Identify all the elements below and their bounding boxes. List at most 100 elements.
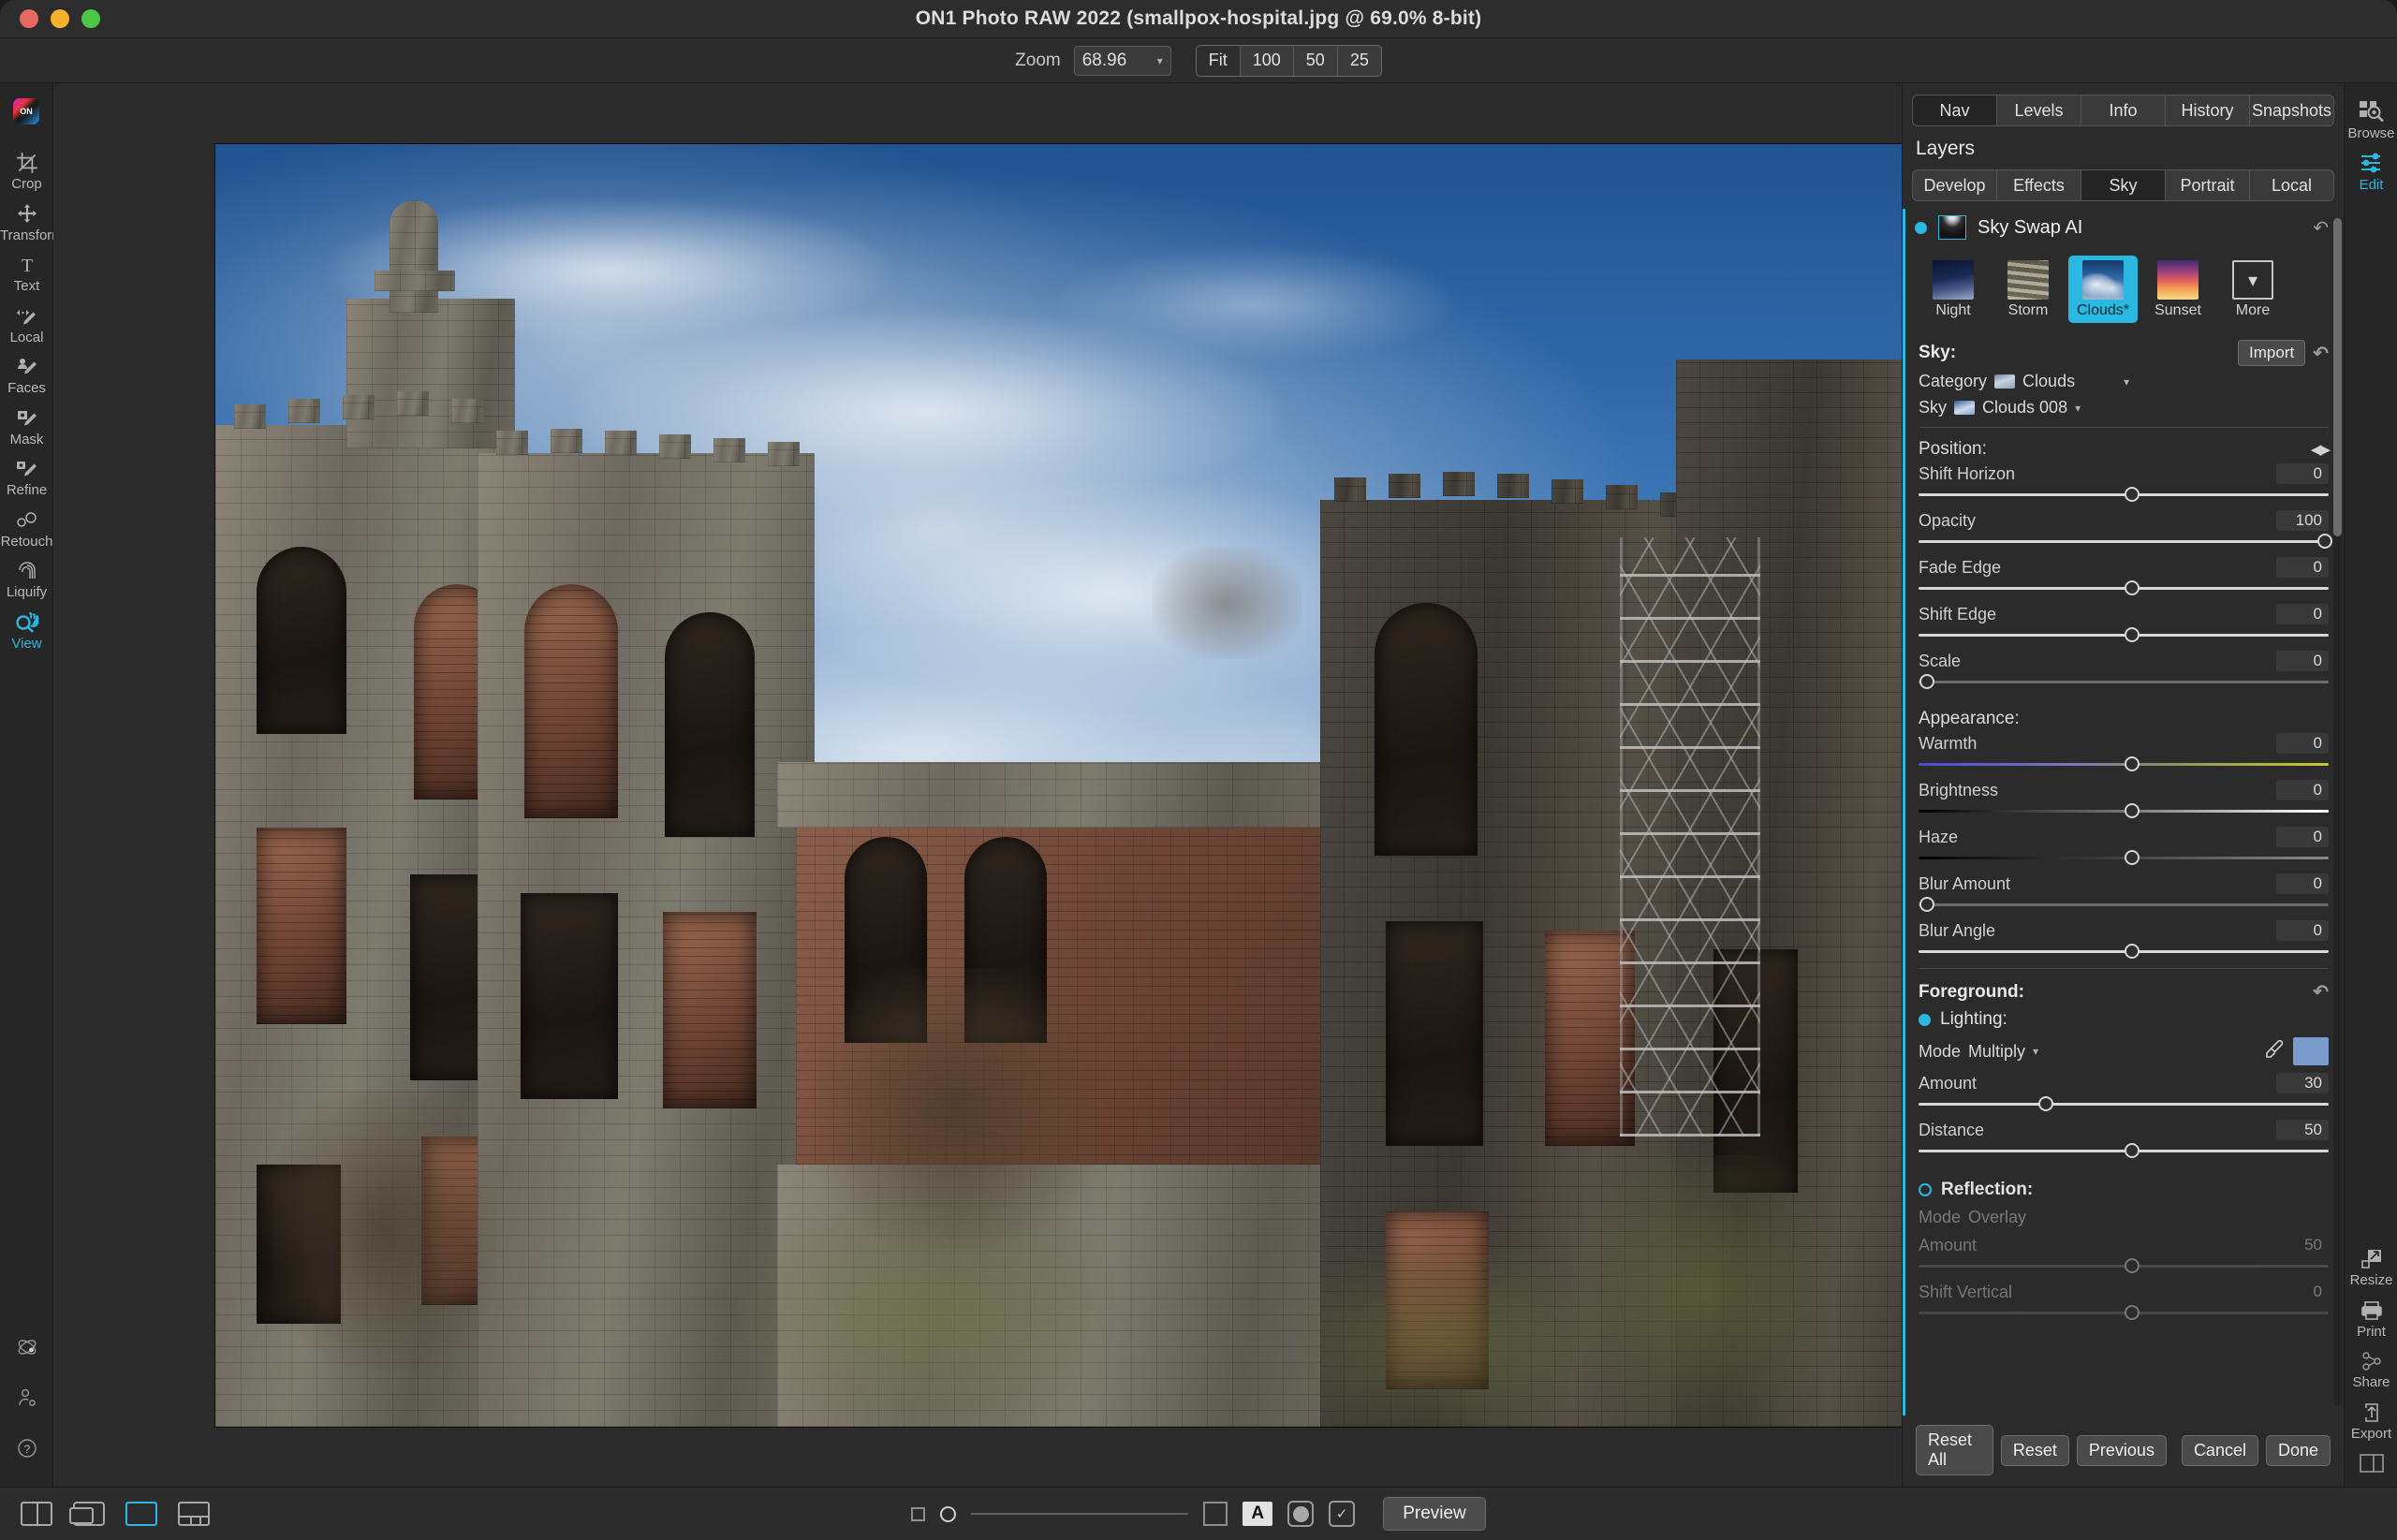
slider-value[interactable]: 0 [2276, 873, 2329, 894]
image-canvas-area[interactable] [53, 83, 2089, 1487]
zoom-preset-group[interactable]: Fit 100 50 25 [1195, 44, 1382, 77]
settings-atom-button[interactable] [0, 1322, 53, 1372]
module-resize[interactable]: Resize [2345, 1241, 2397, 1293]
preset-clouds[interactable]: Clouds* [2068, 256, 2138, 323]
cancel-button[interactable]: Cancel [2181, 1434, 2258, 1466]
help-button[interactable]: ? [0, 1423, 53, 1474]
slider-value[interactable]: 100 [2276, 510, 2329, 531]
panel-scrollbar-thumb[interactable] [2333, 218, 2342, 536]
slider-knob[interactable] [2037, 1096, 2053, 1111]
reflection-row[interactable]: Reflection: [1919, 1180, 2329, 1200]
layer-enabled-toggle[interactable] [1915, 221, 1927, 234]
import-button[interactable]: Import [2238, 340, 2306, 366]
preset-night[interactable]: Night [1919, 256, 1988, 323]
slider-foreground-distance[interactable]: Distance 50 [1919, 1120, 2329, 1158]
slider-knob[interactable] [2124, 1143, 2140, 1158]
slider-knob[interactable] [2124, 850, 2140, 865]
lighting-toggle[interactable] [1919, 1013, 1931, 1026]
reset-arrow-icon[interactable]: ↶ [2313, 216, 2329, 240]
slider-value[interactable]: 0 [2276, 604, 2329, 624]
slider-shift-horizon[interactable]: Shift Horizon 0 [1919, 463, 2329, 502]
slider-track[interactable] [1919, 580, 2329, 595]
mask-square-icon[interactable] [911, 1506, 926, 1521]
slider-value[interactable]: 0 [2276, 780, 2329, 800]
slider-foreground-amount[interactable]: Amount 30 [1919, 1073, 2329, 1111]
slider-track[interactable] [1919, 487, 2329, 502]
preset-storm[interactable]: Storm [1993, 256, 2063, 323]
slider-track[interactable] [1919, 803, 2329, 818]
tool-refine[interactable]: Refine [0, 451, 53, 503]
tab-portrait[interactable]: Portrait [2166, 170, 2250, 200]
slider-track[interactable] [1919, 674, 2329, 689]
module-export[interactable]: Export [2345, 1395, 2397, 1446]
tab-effects[interactable]: Effects [1997, 170, 2081, 200]
done-button[interactable]: Done [2265, 1434, 2331, 1466]
brush-size-slider-knob[interactable] [940, 1505, 957, 1522]
zoom-100-button[interactable]: 100 [1241, 45, 1294, 76]
sky-category-row[interactable]: Category Clouds ▾ [1919, 372, 2329, 391]
layer-thumbnail[interactable] [1938, 215, 1966, 240]
slider-scale[interactable]: Scale 0 [1919, 651, 2329, 689]
position-nudge-arrows-icon[interactable]: ◀▶ [2311, 441, 2331, 458]
slider-knob[interactable] [2316, 534, 2332, 549]
eyedropper-icon[interactable] [2263, 1038, 2286, 1065]
tab-develop[interactable]: Develop [1913, 170, 1997, 200]
chevron-down-icon[interactable]: ▾ [2075, 402, 2081, 415]
tab-info[interactable]: Info [2081, 95, 2166, 125]
tool-local[interactable]: Local [0, 299, 53, 350]
tool-transform[interactable]: Transform [0, 197, 64, 248]
chevron-down-icon[interactable]: ▾ [2033, 1045, 2038, 1058]
slider-knob[interactable] [2124, 580, 2140, 595]
slider-value[interactable]: 30 [2276, 1073, 2329, 1093]
slider-fade-edge[interactable]: Fade Edge 0 [1919, 557, 2329, 595]
preview-button[interactable]: Preview [1383, 1497, 1486, 1531]
layer-row-sky-swap-ai[interactable]: Sky Swap AI ↶ [1905, 209, 2344, 246]
sky-settings-scroll-area[interactable]: Sky Swap AI ↶ Night Storm Clouds* Sunset… [1903, 209, 2344, 1415]
reflection-toggle[interactable] [1919, 1183, 1932, 1196]
solid-circle-icon[interactable] [1287, 1501, 1315, 1527]
panel-layout-toggle[interactable] [2345, 1445, 2397, 1479]
tool-view[interactable]: View [0, 605, 53, 656]
slider-knob[interactable] [2124, 756, 2140, 771]
tab-snapshots[interactable]: Snapshots [2250, 95, 2333, 125]
lighting-color-swatch[interactable] [2293, 1037, 2329, 1065]
slider-knob[interactable] [2124, 944, 2140, 959]
module-edit[interactable]: Edit [2345, 146, 2397, 198]
slider-knob[interactable] [2124, 487, 2140, 502]
slider-knob[interactable] [2124, 803, 2140, 818]
slider-blur-angle[interactable]: Blur Angle 0 [1919, 920, 2329, 959]
tool-crop[interactable]: Crop [0, 145, 53, 197]
tab-levels[interactable]: Levels [1997, 95, 2081, 125]
slider-track[interactable] [1919, 756, 2329, 771]
slider-value[interactable]: 0 [2276, 557, 2329, 578]
module-print[interactable]: Print [2345, 1293, 2397, 1344]
tool-text[interactable]: T Text [0, 247, 53, 299]
slider-haze[interactable]: Haze 0 [1919, 827, 2329, 865]
photo-smallpox-hospital[interactable] [215, 143, 1927, 1427]
slider-knob[interactable] [1919, 674, 1934, 689]
sky-preset-row[interactable]: Night Storm Clouds* Sunset ▾ More [1905, 246, 2344, 336]
module-share[interactable]: Share [2345, 1343, 2397, 1395]
slider-value[interactable]: 0 [2276, 827, 2329, 847]
module-tabs[interactable]: Develop Effects Sky Portrait Local [1912, 169, 2334, 201]
reset-arrow-icon[interactable]: ↶ [2313, 342, 2329, 365]
slider-track[interactable] [1919, 1096, 2329, 1111]
slider-track[interactable] [1919, 534, 2332, 549]
slider-track[interactable] [1919, 850, 2329, 865]
slider-track[interactable] [1919, 944, 2329, 959]
slider-value[interactable]: 0 [2276, 651, 2329, 671]
user-settings-button[interactable] [0, 1372, 53, 1423]
tab-local[interactable]: Local [2250, 170, 2333, 200]
preset-more[interactable]: ▾ More [2218, 256, 2287, 323]
sky-select-row[interactable]: Sky Clouds 008 ▾ [1919, 398, 2329, 418]
lighting-row[interactable]: Lighting: [1919, 1009, 2329, 1030]
checklist-icon[interactable]: ✓ [1329, 1501, 1356, 1527]
slider-value[interactable]: 50 [2276, 1120, 2329, 1140]
slider-shift-edge[interactable]: Shift Edge 0 [1919, 604, 2329, 642]
slider-brightness[interactable]: Brightness 0 [1919, 780, 2329, 818]
zoom-25-button[interactable]: 25 [1338, 46, 1381, 76]
tool-retouch[interactable]: Retouch [0, 503, 53, 554]
zoom-fit-button[interactable]: Fit [1196, 45, 1241, 76]
tab-nav[interactable]: Nav [1913, 95, 1997, 125]
tab-history[interactable]: History [2166, 95, 2250, 125]
